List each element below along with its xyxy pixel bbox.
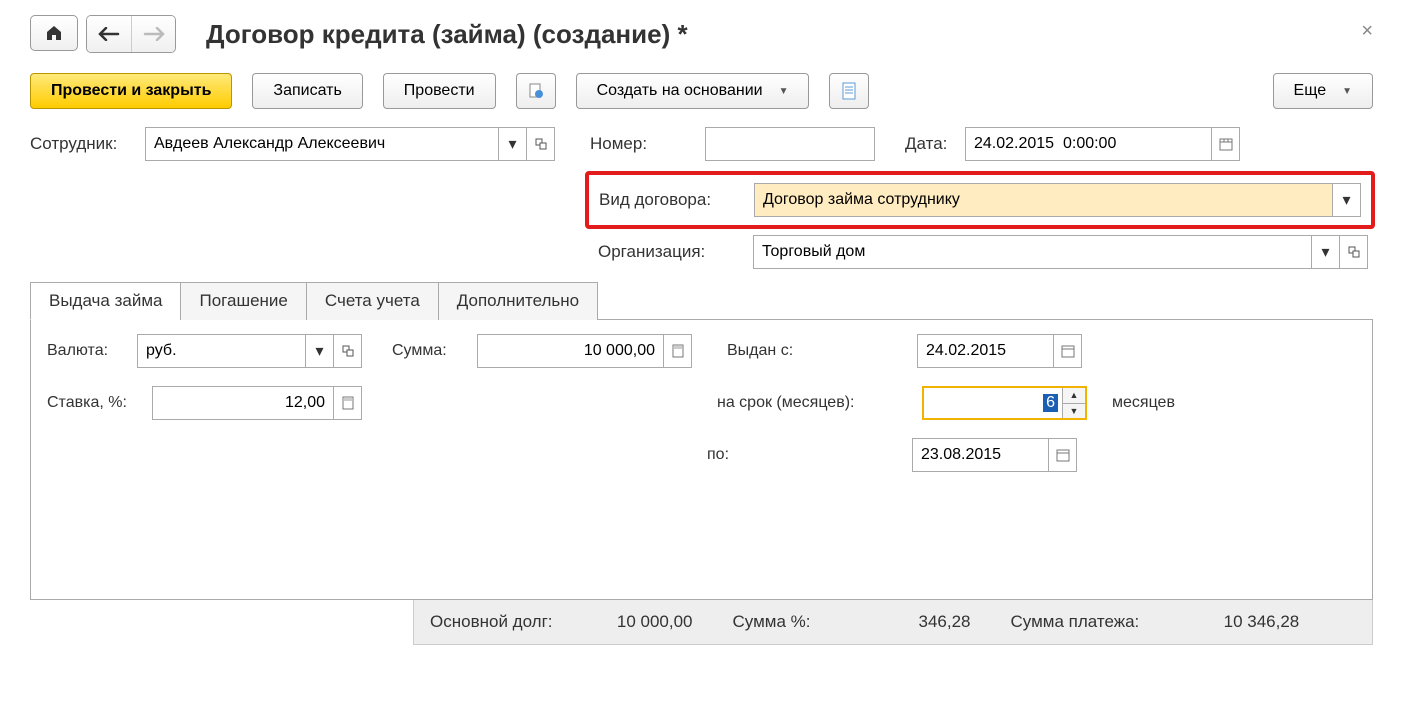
calculator-icon[interactable]: [663, 335, 691, 367]
report-icon: [841, 82, 857, 100]
payment-value: 10 346,28: [1149, 612, 1299, 632]
report-button[interactable]: [829, 73, 869, 109]
employee-label: Сотрудник:: [30, 134, 145, 154]
create-based-button[interactable]: Создать на основании ▼: [576, 73, 810, 109]
footer-summary: Основной долг: 10 000,00 Сумма %: 346,28…: [413, 600, 1373, 645]
date-field[interactable]: [965, 127, 1240, 161]
issued-input[interactable]: [918, 335, 1053, 367]
tab-body: Валюта: ▾ Сумма: Выдан с: Ставка, %:: [30, 320, 1373, 600]
dropdown-icon[interactable]: ▾: [1332, 184, 1360, 216]
calculator-icon[interactable]: [333, 387, 361, 419]
tab-additional[interactable]: Дополнительно: [438, 282, 598, 320]
currency-field[interactable]: ▾: [137, 334, 362, 368]
spinner[interactable]: ▲ ▼: [1062, 388, 1085, 418]
date-input[interactable]: [966, 128, 1211, 160]
back-button[interactable]: [87, 16, 131, 52]
percent-label: Сумма %:: [733, 612, 811, 632]
chevron-down-icon: ▼: [1342, 86, 1352, 97]
number-field[interactable]: [705, 127, 875, 161]
org-label: Организация:: [598, 242, 753, 262]
sum-label: Сумма:: [392, 342, 467, 360]
number-input[interactable]: [706, 128, 874, 160]
dropdown-icon[interactable]: ▾: [305, 335, 333, 367]
sum-field[interactable]: [477, 334, 692, 368]
calendar-icon[interactable]: [1048, 439, 1076, 471]
post-and-close-button[interactable]: Провести и закрыть: [30, 73, 232, 109]
home-button[interactable]: [30, 15, 78, 51]
calendar-icon[interactable]: [1053, 335, 1081, 367]
employee-field[interactable]: ▾: [145, 127, 555, 161]
contract-type-input[interactable]: [755, 184, 1332, 216]
to-field[interactable]: [912, 438, 1077, 472]
rate-field[interactable]: [152, 386, 362, 420]
arrow-left-icon: [98, 27, 120, 41]
document-icon: [527, 82, 545, 100]
spinner-down[interactable]: ▼: [1063, 403, 1085, 418]
open-icon[interactable]: [1339, 236, 1367, 268]
page-title: Договор кредита (займа) (создание) *: [206, 19, 688, 50]
principal-value: 10 000,00: [563, 612, 693, 632]
create-based-label: Создать на основании: [597, 82, 763, 100]
dropdown-icon[interactable]: ▾: [1311, 236, 1339, 268]
close-button[interactable]: ×: [1361, 20, 1373, 43]
highlighted-contract-type: Вид договора: ▾: [585, 171, 1375, 229]
rate-label: Ставка, %:: [47, 394, 142, 412]
payment-label: Сумма платежа:: [1011, 612, 1140, 632]
to-label: по:: [707, 446, 902, 464]
currency-label: Валюта:: [47, 342, 127, 360]
org-input[interactable]: [754, 236, 1311, 268]
principal-label: Основной долг:: [430, 612, 553, 632]
tab-loan-issue[interactable]: Выдача займа: [30, 282, 181, 320]
term-field[interactable]: 6 ▲ ▼: [922, 386, 1087, 420]
percent-value: 346,28: [821, 612, 971, 632]
employee-input[interactable]: [146, 128, 498, 160]
home-icon: [45, 24, 63, 42]
calendar-icon[interactable]: [1211, 128, 1239, 160]
tabs: Выдача займа Погашение Счета учета Допол…: [30, 281, 1373, 320]
sum-input[interactable]: [478, 335, 663, 367]
titlebar: Договор кредита (займа) (создание) * ×: [30, 15, 1373, 53]
currency-input[interactable]: [138, 335, 305, 367]
open-icon[interactable]: [333, 335, 361, 367]
number-label: Номер:: [590, 134, 665, 154]
issued-label: Выдан с:: [727, 342, 907, 360]
open-icon[interactable]: [526, 128, 554, 160]
chevron-down-icon: ▼: [779, 86, 789, 97]
dropdown-icon[interactable]: ▾: [498, 128, 526, 160]
spinner-up[interactable]: ▲: [1063, 388, 1085, 403]
save-button[interactable]: Записать: [252, 73, 362, 109]
rate-input[interactable]: [153, 387, 333, 419]
more-label: Еще: [1294, 82, 1327, 100]
toolbar: Провести и закрыть Записать Провести Соз…: [30, 73, 1373, 109]
attach-button[interactable]: [516, 73, 556, 109]
arrow-right-icon: [143, 27, 165, 41]
term-unit: месяцев: [1112, 394, 1175, 412]
contract-type-label: Вид договора:: [599, 190, 754, 210]
term-value: 6: [1043, 394, 1058, 412]
contract-type-field[interactable]: ▾: [754, 183, 1361, 217]
post-button[interactable]: Провести: [383, 73, 496, 109]
to-input[interactable]: [913, 439, 1048, 471]
date-label: Дата:: [905, 134, 965, 154]
more-button[interactable]: Еще ▼: [1273, 73, 1373, 109]
org-field[interactable]: ▾: [753, 235, 1368, 269]
tab-repayment[interactable]: Погашение: [180, 282, 306, 320]
issued-field[interactable]: [917, 334, 1082, 368]
forward-button[interactable]: [131, 16, 175, 52]
term-label: на срок (месяцев):: [717, 394, 912, 412]
tab-accounts[interactable]: Счета учета: [306, 282, 439, 320]
